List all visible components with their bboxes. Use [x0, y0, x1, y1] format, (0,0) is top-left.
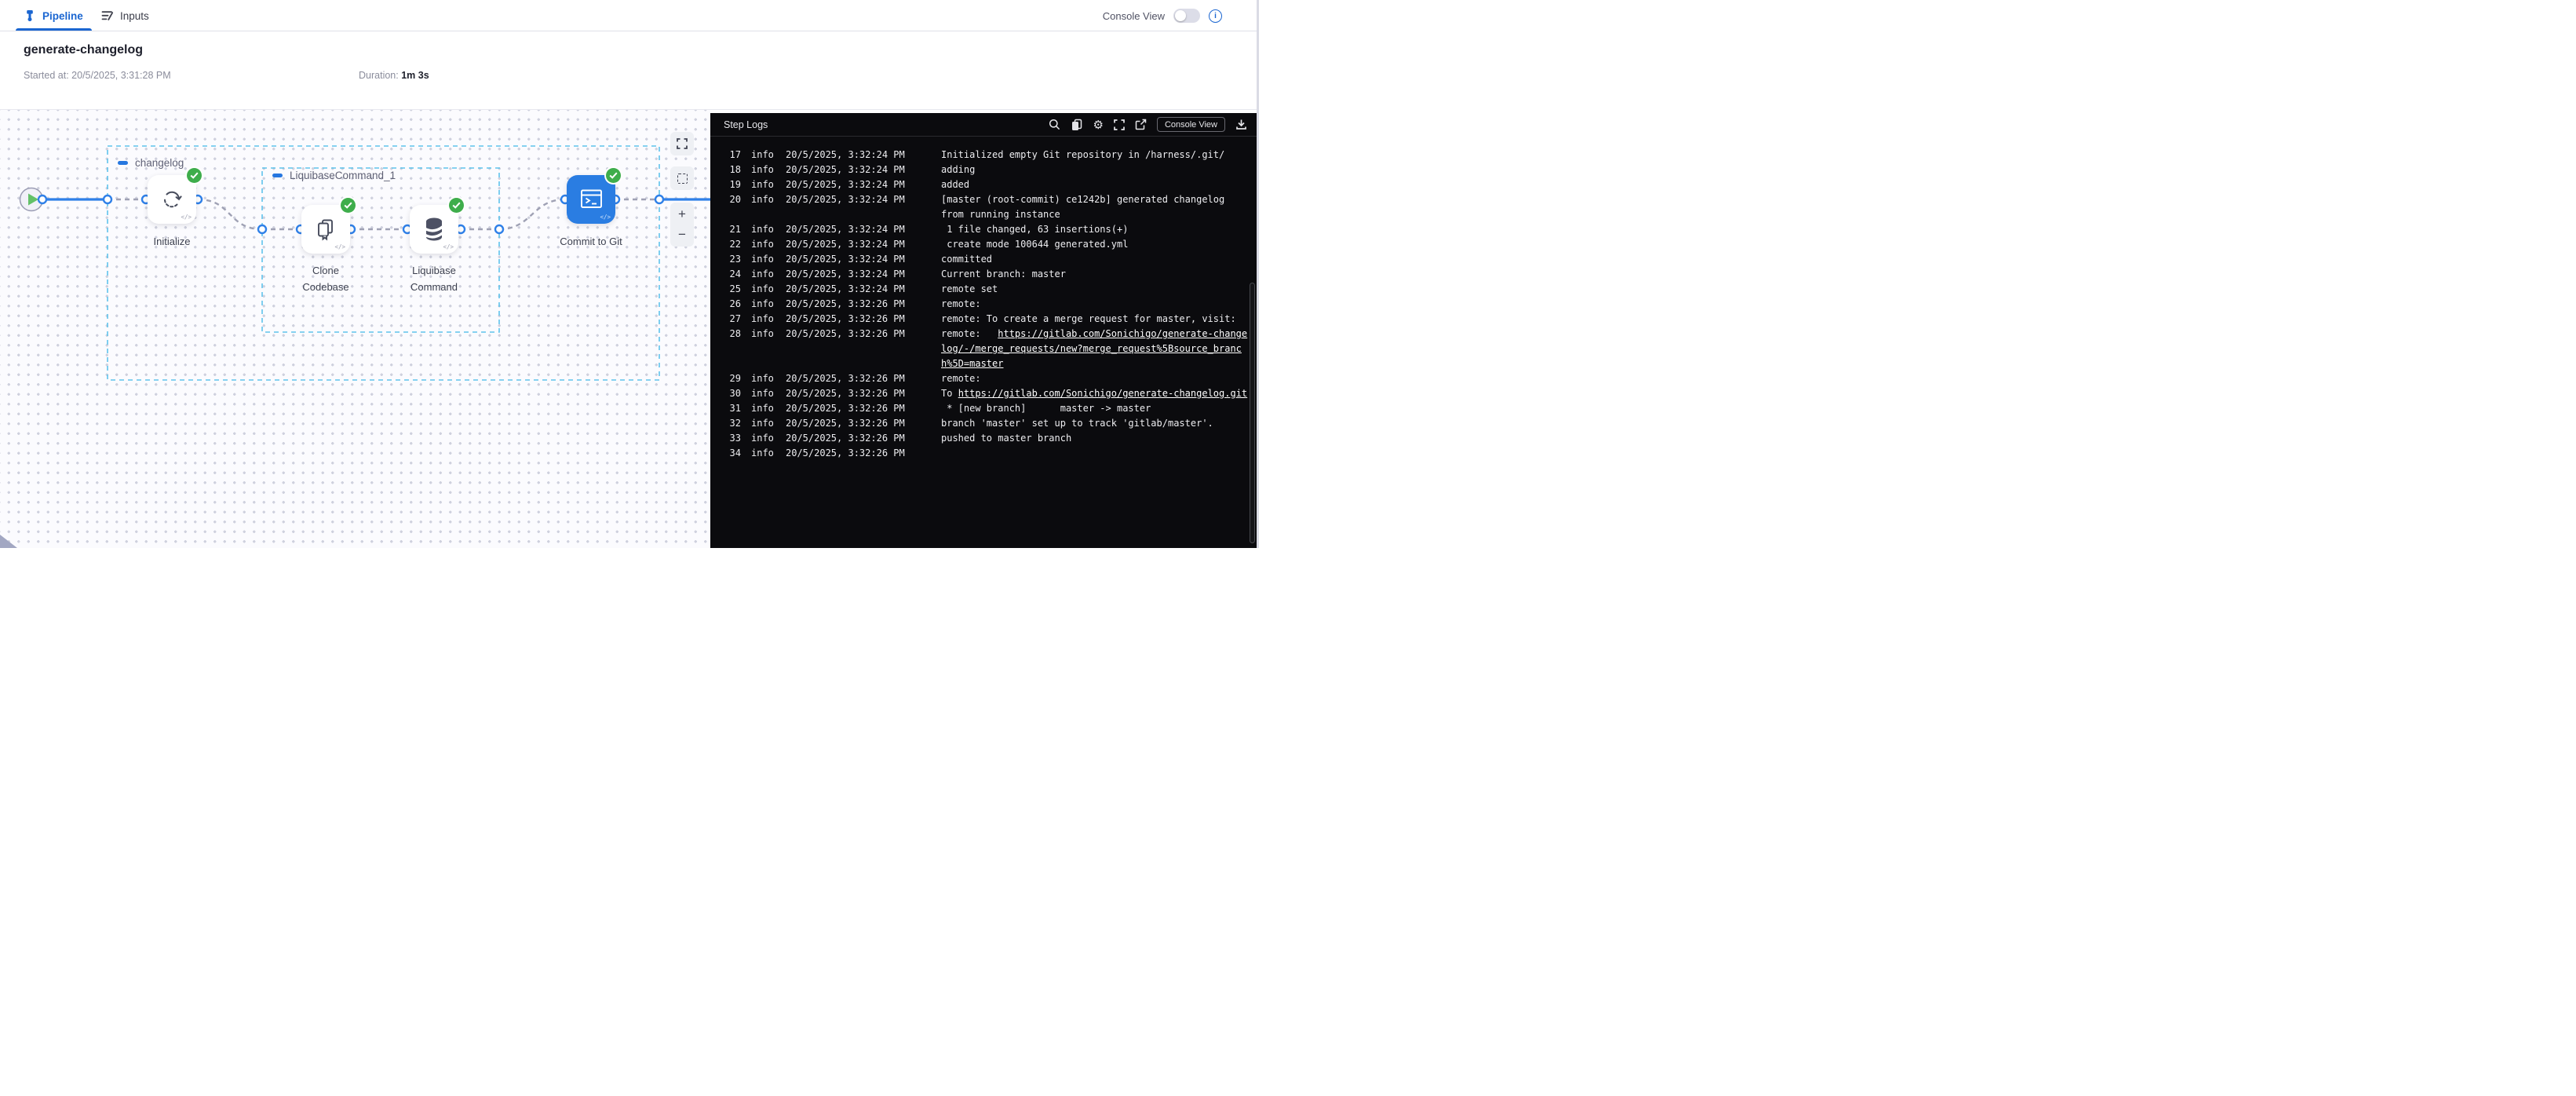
- code-icon: </>: [600, 214, 611, 221]
- fit-to-screen-button[interactable]: [670, 132, 694, 155]
- stage-group-label: changelog: [118, 157, 184, 169]
- toggle-knob: [1175, 10, 1186, 21]
- log-output[interactable]: 17info20/5/2025, 3:32:24 PMInitialized e…: [710, 148, 1257, 548]
- log-row: 18info20/5/2025, 3:32:24 PMadding: [710, 163, 1257, 177]
- log-row: 21info20/5/2025, 3:32:24 PM 1 file chang…: [710, 222, 1257, 237]
- log-row: 30info20/5/2025, 3:32:26 PMTo https://gi…: [710, 386, 1257, 401]
- step-logs-panel: Step Logs ⚙: [710, 113, 1257, 548]
- log-row: 22info20/5/2025, 3:32:24 PM create mode …: [710, 237, 1257, 252]
- log-row: 29info20/5/2025, 3:32:26 PMremote:: [710, 371, 1257, 386]
- console-view-toggle[interactable]: [1173, 9, 1200, 23]
- console-view-toggle-label: Console View: [1103, 10, 1165, 22]
- terminal-icon: [579, 188, 604, 210]
- pipeline-canvas[interactable]: changelog LiquibaseCommand_1 </> Initial…: [0, 110, 710, 548]
- settings-gear-icon[interactable]: ⚙: [1093, 119, 1103, 130]
- log-row: 19info20/5/2025, 3:32:24 PMadded: [710, 177, 1257, 192]
- node-commit-to-git[interactable]: </>: [567, 175, 615, 224]
- right-rail-divider: [1257, 0, 1259, 548]
- clone-icon: [314, 217, 338, 241]
- log-row: 26info20/5/2025, 3:32:26 PMremote:: [710, 297, 1257, 312]
- pipeline-icon: [24, 9, 36, 22]
- download-icon[interactable]: [1235, 119, 1247, 130]
- success-badge: [187, 168, 202, 183]
- copy-icon[interactable]: [1071, 119, 1082, 131]
- started-at: Started at: 20/5/2025, 3:31:28 PM: [24, 70, 171, 81]
- log-row: 32info20/5/2025, 3:32:26 PMbranch 'maste…: [710, 416, 1257, 431]
- sync-icon: [159, 187, 184, 212]
- inputs-icon: [101, 9, 114, 22]
- node-clone-codebase[interactable]: </>: [301, 205, 350, 254]
- node-label-initialize: Initialize: [123, 233, 221, 250]
- collapse-chip[interactable]: [272, 174, 283, 177]
- expand-icon: [677, 138, 688, 149]
- zoom-out-button[interactable]: −: [670, 225, 694, 244]
- log-row: 23info20/5/2025, 3:32:24 PMcommitted: [710, 252, 1257, 267]
- tab-inputs[interactable]: Inputs: [101, 0, 149, 31]
- step-group-label: LiquibaseCommand_1: [272, 170, 396, 181]
- step-group-box: [262, 168, 499, 332]
- log-row: 27info20/5/2025, 3:32:26 PMremote: To cr…: [710, 312, 1257, 327]
- node-liquibase-command[interactable]: </>: [410, 205, 458, 254]
- node-label-commit-to-git: Commit to Git: [536, 233, 646, 250]
- liquibase-icon: [424, 217, 444, 242]
- tab-pipeline-label: Pipeline: [42, 10, 83, 22]
- fullscreen-icon[interactable]: [1114, 119, 1125, 130]
- log-row: 28info20/5/2025, 3:32:26 PMremote: https…: [710, 327, 1257, 371]
- marquee-icon: [677, 174, 688, 184]
- code-icon: </>: [443, 243, 454, 250]
- success-badge: [341, 198, 356, 213]
- zoom-in-button[interactable]: +: [670, 205, 694, 224]
- active-tab-underline: [16, 28, 92, 31]
- success-badge: [449, 198, 464, 213]
- collapse-chip[interactable]: [118, 161, 128, 165]
- log-scrollbar-thumb[interactable]: [1250, 283, 1255, 543]
- info-icon[interactable]: i: [1209, 9, 1222, 23]
- node-label-liquibase-command: Liquibase Command: [385, 262, 483, 295]
- code-icon: </>: [181, 214, 192, 221]
- log-row: 24info20/5/2025, 3:32:24 PMCurrent branc…: [710, 267, 1257, 282]
- tab-pipeline[interactable]: Pipeline: [24, 0, 83, 31]
- marquee-select-button[interactable]: [670, 166, 694, 190]
- page-title: generate-changelog: [24, 43, 143, 57]
- run-header: generate-changelog Started at: 20/5/2025…: [0, 32, 1257, 110]
- log-row: 33info20/5/2025, 3:32:26 PMpushed to mas…: [710, 431, 1257, 446]
- log-link[interactable]: https://gitlab.com/Sonichigo/generate-ch…: [958, 388, 1247, 399]
- search-icon[interactable]: [1049, 119, 1060, 130]
- log-row: 17info20/5/2025, 3:32:24 PMInitialized e…: [710, 148, 1257, 163]
- duration: Duration: 1m 3s: [359, 70, 429, 81]
- pipeline-execution-page: Pipeline Inputs Console View i generate: [0, 0, 1288, 548]
- tab-inputs-label: Inputs: [120, 10, 149, 22]
- top-tab-bar: Pipeline Inputs Console View i: [0, 0, 1257, 31]
- console-view-button[interactable]: Console View: [1157, 117, 1225, 132]
- node-initialize[interactable]: </>: [148, 175, 196, 224]
- log-row: 34info20/5/2025, 3:32:26 PM: [710, 446, 1257, 461]
- log-row: 25info20/5/2025, 3:32:24 PMremote set: [710, 282, 1257, 297]
- node-label-clone-codebase: Clone Codebase: [277, 262, 374, 295]
- open-in-new-icon[interactable]: [1135, 119, 1147, 130]
- success-badge: [606, 168, 621, 183]
- step-logs-header: Step Logs ⚙: [710, 113, 1257, 137]
- step-logs-title: Step Logs: [724, 119, 768, 130]
- log-row: 20info20/5/2025, 3:32:24 PM[master (root…: [710, 192, 1257, 222]
- zoom-controls: + −: [670, 203, 694, 247]
- log-row: 31info20/5/2025, 3:32:26 PM * [new branc…: [710, 401, 1257, 416]
- code-icon: </>: [334, 243, 345, 250]
